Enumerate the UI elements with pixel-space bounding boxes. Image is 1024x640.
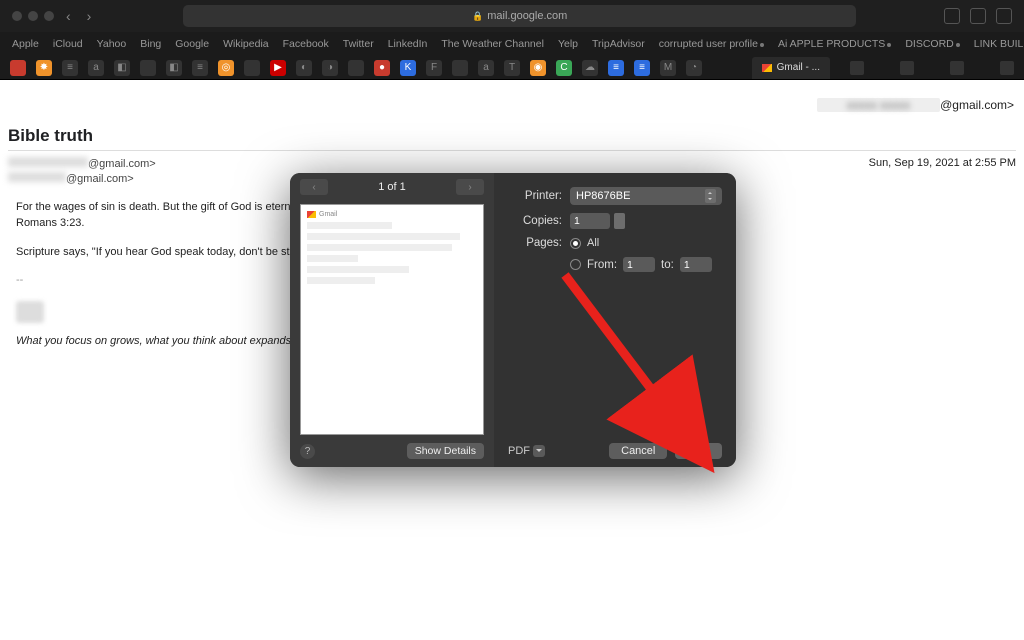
tabs-icon[interactable] (996, 8, 1012, 24)
pages-all-label: All (587, 237, 599, 249)
fav-icon[interactable]: ▶ (270, 60, 286, 76)
copies-stepper[interactable] (614, 213, 625, 229)
bookmark[interactable]: Yelp (558, 38, 578, 50)
fav-icon[interactable]: ◉ (530, 60, 546, 76)
fav-icon[interactable]: M (660, 60, 676, 76)
fav-icon[interactable]: ☁ (582, 60, 598, 76)
print-preview-pane: ‹ 1 of 1 › Gmail ? Show Details (290, 173, 494, 467)
fav-icon[interactable] (10, 60, 26, 76)
fav-icon[interactable]: K (400, 60, 416, 76)
fav-icon[interactable]: F (426, 60, 442, 76)
window-controls[interactable] (12, 11, 54, 21)
pdf-dropdown[interactable]: PDF (508, 445, 545, 457)
forward-button[interactable]: › (83, 8, 96, 24)
fav-icon[interactable]: ≡ (634, 60, 650, 76)
signature-avatar (16, 301, 44, 323)
bookmark[interactable]: Yahoo (97, 38, 127, 50)
bookmark[interactable]: Wikipedia (223, 38, 269, 50)
tab-icon[interactable] (850, 61, 864, 75)
fav-icon[interactable]: C (556, 60, 572, 76)
gmail-icon (762, 64, 772, 72)
show-details-button[interactable]: Show Details (407, 443, 484, 459)
fav-icon[interactable]: ≡ (192, 60, 208, 76)
fav-icon[interactable]: ◧ (114, 60, 130, 76)
bookmark[interactable]: The Weather Channel (441, 38, 544, 50)
printer-select[interactable]: HP8676BE (570, 187, 722, 205)
fav-icon[interactable] (244, 60, 260, 76)
pages-to-label: to: (661, 259, 674, 271)
print-options-pane: Printer: HP8676BE Copies: 1 Pages: All F… (494, 173, 736, 467)
fav-icon[interactable]: ≡ (62, 60, 78, 76)
share-icon[interactable] (944, 8, 960, 24)
printer-label: Printer: (508, 190, 562, 202)
bookmark[interactable]: Google (175, 38, 209, 50)
pages-to-input[interactable]: 1 (680, 257, 712, 272)
print-dialog: ‹ 1 of 1 › Gmail ? Show Details Printer:… (290, 173, 736, 467)
new-tab-icon[interactable] (970, 8, 986, 24)
email-from: @gmail.com> @gmail.com> (8, 157, 156, 187)
bookmark-folder[interactable]: corrupted user profile (659, 38, 764, 50)
copies-label: Copies: (508, 215, 562, 227)
pages-all-radio[interactable] (570, 238, 581, 249)
active-tab[interactable]: Gmail - ... (752, 57, 830, 79)
pages-label: Pages: (508, 237, 562, 249)
fav-icon[interactable]: T (504, 60, 520, 76)
fav-icon[interactable]: ● (374, 60, 390, 76)
fav-icon[interactable] (348, 60, 364, 76)
tab-icon[interactable] (900, 61, 914, 75)
toolbar-right (944, 8, 1012, 24)
bookmark-folder[interactable]: LINK BUILDING (974, 38, 1024, 50)
fav-icon[interactable]: ◐ (296, 60, 312, 76)
recipient: xxxxx xxxxx@gmail.com> (8, 98, 1016, 112)
tab-icon[interactable] (1000, 61, 1014, 75)
pages-range-radio[interactable] (570, 259, 581, 270)
fav-icon[interactable]: a (478, 60, 494, 76)
chevron-down-icon (533, 445, 545, 457)
email-subject: Bible truth (8, 126, 1016, 151)
favorites-row: ✸ ≡ a ◧ ◧ ≡ ◎ ▶ ◐ ◑ ● K F a T ◉ C ☁ ≡ ≡ … (0, 56, 1024, 80)
bookmark[interactable]: iCloud (53, 38, 83, 50)
print-button[interactable]: Print (675, 443, 722, 459)
copies-input[interactable]: 1 (570, 213, 610, 229)
fav-icon[interactable]: ✸ (36, 60, 52, 76)
fav-icon[interactable]: ◎ (218, 60, 234, 76)
bookmark-folder[interactable]: Ai APPLE PRODUCTS (778, 38, 891, 50)
preview-prev-button[interactable]: ‹ (300, 179, 328, 195)
fav-icon[interactable] (140, 60, 156, 76)
pages-from-label: From: (587, 259, 617, 271)
browser-toolbar: ‹ › 🔒 mail.google.com (0, 0, 1024, 32)
preview-next-button[interactable]: › (456, 179, 484, 195)
bookmarks-bar: Apple iCloud Yahoo Bing Google Wikipedia… (0, 32, 1024, 56)
tab-icon[interactable] (950, 61, 964, 75)
fav-icon[interactable]: ◔ (686, 60, 702, 76)
fav-icon[interactable]: ◑ (322, 60, 338, 76)
bookmark[interactable]: LinkedIn (388, 38, 428, 50)
fav-icon[interactable] (452, 60, 468, 76)
url-text: mail.google.com (487, 10, 567, 22)
fav-icon[interactable]: ≡ (608, 60, 624, 76)
tab-title: Gmail - ... (777, 62, 820, 73)
bookmark[interactable]: Twitter (343, 38, 374, 50)
lock-icon: 🔒 (472, 11, 483, 22)
address-bar[interactable]: 🔒 mail.google.com (183, 5, 856, 27)
select-arrows-icon (705, 189, 716, 203)
cancel-button[interactable]: Cancel (609, 443, 667, 459)
back-button[interactable]: ‹ (62, 8, 75, 24)
bookmark[interactable]: Bing (140, 38, 161, 50)
bookmark[interactable]: Apple (12, 38, 39, 50)
bookmark[interactable]: Facebook (283, 38, 329, 50)
bookmark[interactable]: TripAdvisor (592, 38, 645, 50)
pages-from-input[interactable]: 1 (623, 257, 655, 272)
page-counter: 1 of 1 (378, 181, 406, 193)
print-preview-thumbnail: Gmail (300, 204, 484, 435)
fav-icon[interactable]: a (88, 60, 104, 76)
help-button[interactable]: ? (300, 444, 315, 459)
fav-icon[interactable]: ◧ (166, 60, 182, 76)
bookmark-folder[interactable]: DISCORD (905, 38, 959, 50)
email-date: Sun, Sep 19, 2021 at 2:55 PM (869, 157, 1016, 187)
